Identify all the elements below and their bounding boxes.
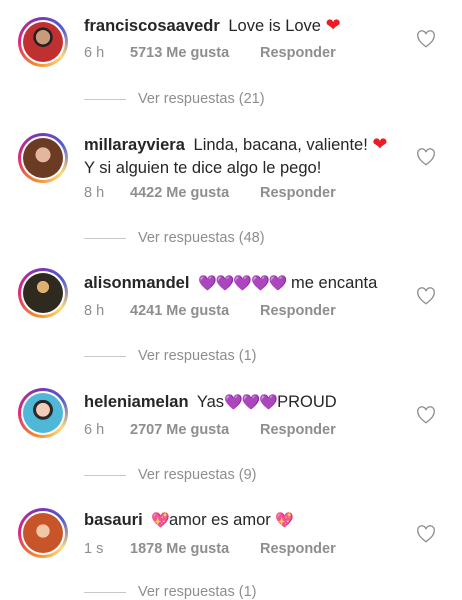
avatar[interactable] (18, 133, 68, 183)
view-replies-label[interactable]: Ver respuestas (1) (138, 584, 256, 600)
comment-meta: 6 h 2707 Me gusta Responder (84, 422, 336, 438)
comment-body-line2: Y si alguien te dice algo le pego! (84, 159, 322, 177)
avatar-photo (23, 22, 63, 62)
reply-button[interactable]: Responder (260, 541, 336, 557)
view-replies-button[interactable]: Ver respuestas (1) (84, 348, 256, 364)
comment-text: franciscosaavedr Love is Love ❤ (84, 14, 404, 38)
sparkling-heart-emoji-end: 💖 (275, 512, 294, 529)
comment-text: basauri 💖amor es amor 💖 (84, 509, 404, 532)
comment-meta: 8 h 4422 Me gusta Responder (84, 185, 336, 201)
comment-meta: 1 s 1878 Me gusta Responder (84, 541, 336, 557)
sparkling-heart-emoji: 💖 (151, 512, 170, 529)
reply-button[interactable]: Responder (260, 422, 336, 438)
comment-text: millarayviera Linda, bacana, valiente! ❤… (84, 133, 404, 180)
like-heart-icon[interactable] (416, 406, 436, 424)
purple-hearts-emoji: 💜💜💜💜💜 (198, 275, 287, 292)
avatar[interactable] (18, 17, 68, 67)
comment-body: Love is Love (228, 17, 321, 35)
red-heart-emoji: ❤ (372, 134, 388, 154)
like-heart-icon[interactable] (416, 525, 436, 543)
view-replies-button[interactable]: Ver respuestas (9) (84, 467, 256, 483)
comment-time: 1 s (84, 541, 104, 557)
comment-time: 6 h (84, 45, 105, 61)
like-heart-icon[interactable] (416, 30, 436, 48)
divider-line (84, 237, 126, 239)
like-heart-icon[interactable] (416, 148, 436, 166)
divider-line (84, 355, 126, 357)
reply-button[interactable]: Responder (260, 185, 336, 201)
view-replies-button[interactable]: Ver respuestas (21) (84, 91, 265, 107)
comment-meta: 8 h 4241 Me gusta Responder (84, 303, 336, 319)
like-count[interactable]: 5713 Me gusta (130, 45, 260, 61)
divider-line (84, 474, 126, 476)
comment-time: 8 h (84, 185, 105, 201)
comment-username[interactable]: franciscosaavedr (84, 17, 220, 35)
view-replies-label[interactable]: Ver respuestas (21) (138, 91, 265, 107)
avatar-photo (23, 138, 63, 178)
view-replies-label[interactable]: Ver respuestas (9) (138, 467, 256, 483)
comment-body-end: PROUD (277, 393, 337, 411)
comment-time: 8 h (84, 303, 105, 319)
divider-line (84, 98, 126, 100)
comment-username[interactable]: millarayviera (84, 136, 185, 154)
comment-body: Yas (196, 393, 225, 411)
avatar[interactable] (18, 508, 68, 558)
view-replies-button[interactable]: Ver respuestas (48) (84, 230, 265, 246)
view-replies-button[interactable]: Ver respuestas (1) (84, 584, 256, 600)
avatar-photo (23, 273, 63, 313)
comment-time: 6 h (84, 422, 105, 438)
comment-body: me encanta (291, 274, 378, 292)
view-replies-label[interactable]: Ver respuestas (1) (138, 348, 256, 364)
view-replies-label[interactable]: Ver respuestas (48) (138, 230, 265, 246)
reply-button[interactable]: Responder (260, 45, 336, 61)
like-count[interactable]: 1878 Me gusta (130, 541, 260, 557)
comment-username[interactable]: basauri (84, 511, 143, 529)
purple-hearts-emoji: 💜💜💜 (224, 394, 278, 411)
comment-body: amor es amor (168, 511, 271, 529)
avatar[interactable] (18, 268, 68, 318)
comment-username[interactable]: heleniamelan (84, 393, 189, 411)
divider-line (84, 591, 126, 593)
comment-text: heleniamelan Yas💜💜💜PROUD (84, 391, 404, 414)
like-heart-icon[interactable] (416, 287, 436, 305)
red-heart-emoji: ❤ (325, 15, 341, 35)
comment-body: Linda, bacana, valiente! (193, 136, 368, 154)
like-count[interactable]: 2707 Me gusta (130, 422, 260, 438)
comment-username[interactable]: alisonmandel (84, 274, 189, 292)
comment-meta: 6 h 5713 Me gusta Responder (84, 45, 336, 61)
reply-button[interactable]: Responder (260, 303, 336, 319)
like-count[interactable]: 4241 Me gusta (130, 303, 260, 319)
avatar-photo (23, 393, 63, 433)
comment-text: alisonmandel 💜💜💜💜💜 me encanta (84, 272, 404, 295)
avatar-photo (23, 513, 63, 553)
like-count[interactable]: 4422 Me gusta (130, 185, 260, 201)
avatar[interactable] (18, 388, 68, 438)
